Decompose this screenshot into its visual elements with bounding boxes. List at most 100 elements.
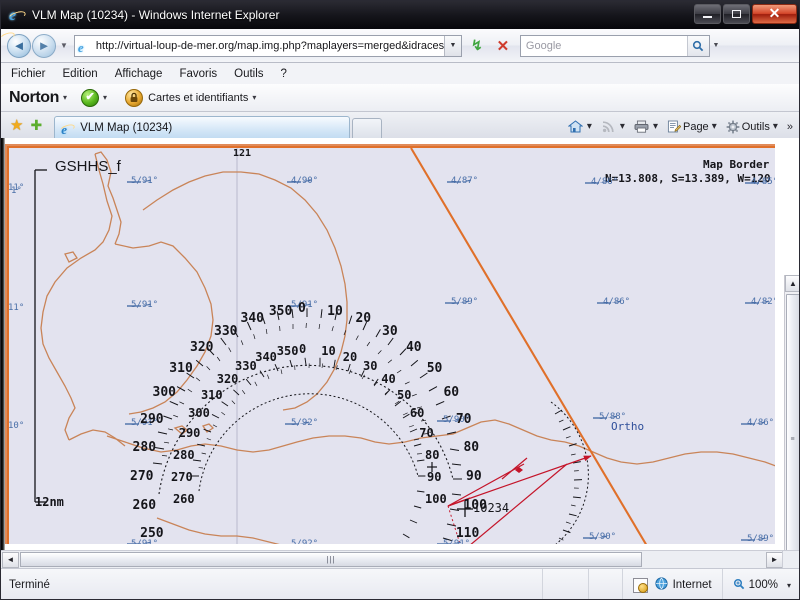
page-horizontal-scrollbar[interactable]: ◄ ||| ► — [1, 550, 784, 568]
compass-degree-label: 30 — [363, 359, 378, 374]
compass-degree-label: 90 — [427, 470, 442, 484]
security-zone-cell[interactable]: Internet — [621, 569, 722, 599]
print-dropdown-icon[interactable]: ▾ — [653, 121, 658, 132]
compass-degree-label: 260 — [172, 492, 195, 507]
favorites-star-icon[interactable]: ★ — [10, 116, 23, 134]
scroll-right-button[interactable]: ► — [766, 551, 783, 568]
padlock-glyph — [130, 92, 138, 102]
compass-degree-label: 330 — [235, 359, 257, 374]
map-layer-label: GSHHS_f — [55, 158, 121, 175]
close-button[interactable]: ✕ — [752, 4, 797, 24]
compass-degree-label: 70 — [419, 426, 434, 441]
zoom-control[interactable]: 100% ▾ — [721, 569, 799, 599]
window-controls: ✕ — [694, 4, 797, 24]
compass-degree-label: 330 — [214, 323, 238, 339]
history-dropdown-icon[interactable]: ▼ — [60, 41, 68, 50]
menu-bar: Fichier Edition Affichage Favoris Outils… — [1, 63, 799, 84]
compass-degree-label: 30 — [382, 323, 398, 339]
vertical-scroll-thumb[interactable]: ≡ — [785, 294, 799, 550]
map-scale-label: 12nm — [35, 495, 64, 509]
menu-item-favoris[interactable]: Favoris — [179, 68, 217, 80]
wind-barb-label: 5/91° — [131, 300, 159, 310]
wind-barb-label: 5/92° — [291, 539, 319, 544]
minimize-button[interactable] — [694, 4, 721, 24]
home-dropdown-icon[interactable]: ▾ — [587, 121, 592, 132]
stop-icon: ✕ — [496, 37, 510, 55]
compass-degree-label: 350 — [276, 343, 299, 358]
magnifier-glyph — [693, 40, 704, 51]
scroll-up-button[interactable]: ▲ — [784, 275, 799, 292]
compass-degree-label: 40 — [381, 371, 396, 386]
horizontal-scroll-thumb[interactable]: ||| — [20, 552, 642, 567]
norton-brand-dropdown-icon[interactable]: ▾ — [63, 93, 67, 102]
compass-degree-label: 300 — [152, 385, 176, 400]
page-glyph — [668, 120, 682, 133]
search-box[interactable]: Google — [519, 34, 710, 57]
compass-degree-label: 310 — [200, 387, 223, 402]
refresh-icon: ↯ — [471, 37, 483, 53]
stop-button[interactable]: ✕ — [492, 35, 514, 57]
page-menu-label: Page — [682, 120, 709, 133]
print-button[interactable]: ▾ — [631, 118, 662, 135]
status-spacer-1 — [541, 569, 588, 599]
menu-item-outils[interactable]: Outils — [234, 68, 263, 80]
zoom-dropdown-icon[interactable]: ▾ — [787, 581, 791, 590]
forward-button[interactable]: ► — [32, 33, 56, 58]
compass-degree-label: 260 — [132, 498, 157, 514]
menu-item-edition[interactable]: Edition — [63, 68, 98, 80]
vlm-map-image[interactable]: GSHHS_f 12nm 121 Map Border N=13.808, S=… — [5, 144, 775, 544]
page-dropdown-icon[interactable]: ▾ — [712, 121, 717, 132]
norton-lock-icon[interactable] — [125, 88, 144, 107]
norton-status-check-icon[interactable]: ✔ — [81, 88, 100, 107]
status-cells: Internet 100% ▾ — [541, 569, 799, 599]
status-bar: Terminé Internet 100% ▾ — [1, 568, 799, 599]
wind-barb-label: 1° — [11, 186, 22, 196]
compass-degree-label: 270 — [130, 469, 154, 484]
status-message: Terminé — [9, 579, 50, 591]
compass-degree-label: 290 — [140, 411, 164, 427]
norton-status-dropdown-icon[interactable]: ▾ — [103, 93, 107, 102]
forward-arrow-icon: ► — [37, 38, 51, 53]
page-vertical-scrollbar[interactable]: ▲ ≡ ▼ — [784, 275, 799, 550]
tools-menu-button[interactable]: Outils ▾ — [723, 118, 782, 135]
feeds-dropdown-icon[interactable]: ▾ — [620, 121, 625, 132]
wind-barb-label: 4/82° — [751, 297, 775, 307]
wind-barb-label: 4/85° — [751, 177, 775, 187]
new-tab-button[interactable] — [352, 118, 383, 138]
tab-vlm-map[interactable]: e VLM Map (10234) — [54, 116, 351, 138]
refresh-button[interactable]: ↯ — [466, 35, 488, 57]
menu-item-help[interactable]: ? — [281, 68, 287, 80]
ie-logo-icon: e — [7, 7, 27, 24]
address-dropdown-icon[interactable]: ▼ — [443, 35, 461, 56]
menu-item-affichage[interactable]: Affichage — [115, 68, 163, 80]
address-bar[interactable]: e http://virtual-loup-de-mer.org/map.img… — [1, 30, 462, 57]
compass-degree-label: 270 — [171, 470, 193, 484]
printer-glyph — [634, 120, 649, 133]
feeds-button[interactable]: ▾ — [598, 118, 629, 135]
magnifier-glyph-status — [733, 578, 744, 589]
add-favorite-icon[interactable]: ✚ — [30, 117, 42, 134]
compass-degree-label: 10 — [321, 343, 336, 358]
globe-glyph — [654, 577, 668, 590]
tools-dropdown-icon[interactable]: ▾ — [773, 121, 778, 132]
back-arrow-icon: ◄ — [12, 38, 26, 53]
map-border-coords: N=13.808, S=13.389, W=120 — [605, 172, 771, 185]
window-title: VLM Map (10234) - Windows Internet Explo… — [32, 8, 280, 22]
search-icon[interactable] — [686, 35, 709, 56]
norton-cards-dropdown-icon[interactable]: ▾ — [252, 93, 256, 102]
search-dropdown-icon[interactable]: ▼ — [710, 42, 722, 49]
compass-degree-label: 280 — [172, 447, 195, 462]
tools-menu-label: Outils — [741, 120, 770, 133]
scroll-left-button[interactable]: ◄ — [2, 551, 19, 568]
search-input[interactable]: Google — [521, 40, 687, 52]
h-scroll-thumb-grip-icon: ||| — [326, 555, 336, 564]
scrollbar-corner — [782, 550, 799, 568]
maximize-button[interactable] — [723, 4, 750, 24]
compass-degree-label: 20 — [355, 311, 372, 327]
menu-item-fichier[interactable]: Fichier — [11, 68, 46, 80]
home-button[interactable]: ▾ — [565, 118, 596, 135]
compass-degree-label: 90 — [466, 469, 482, 484]
page-menu-button[interactable]: Page ▾ — [664, 118, 721, 135]
norton-cards-label[interactable]: Cartes et identifiants — [148, 92, 248, 104]
toolbar-overflow-icon[interactable]: » — [787, 121, 793, 133]
